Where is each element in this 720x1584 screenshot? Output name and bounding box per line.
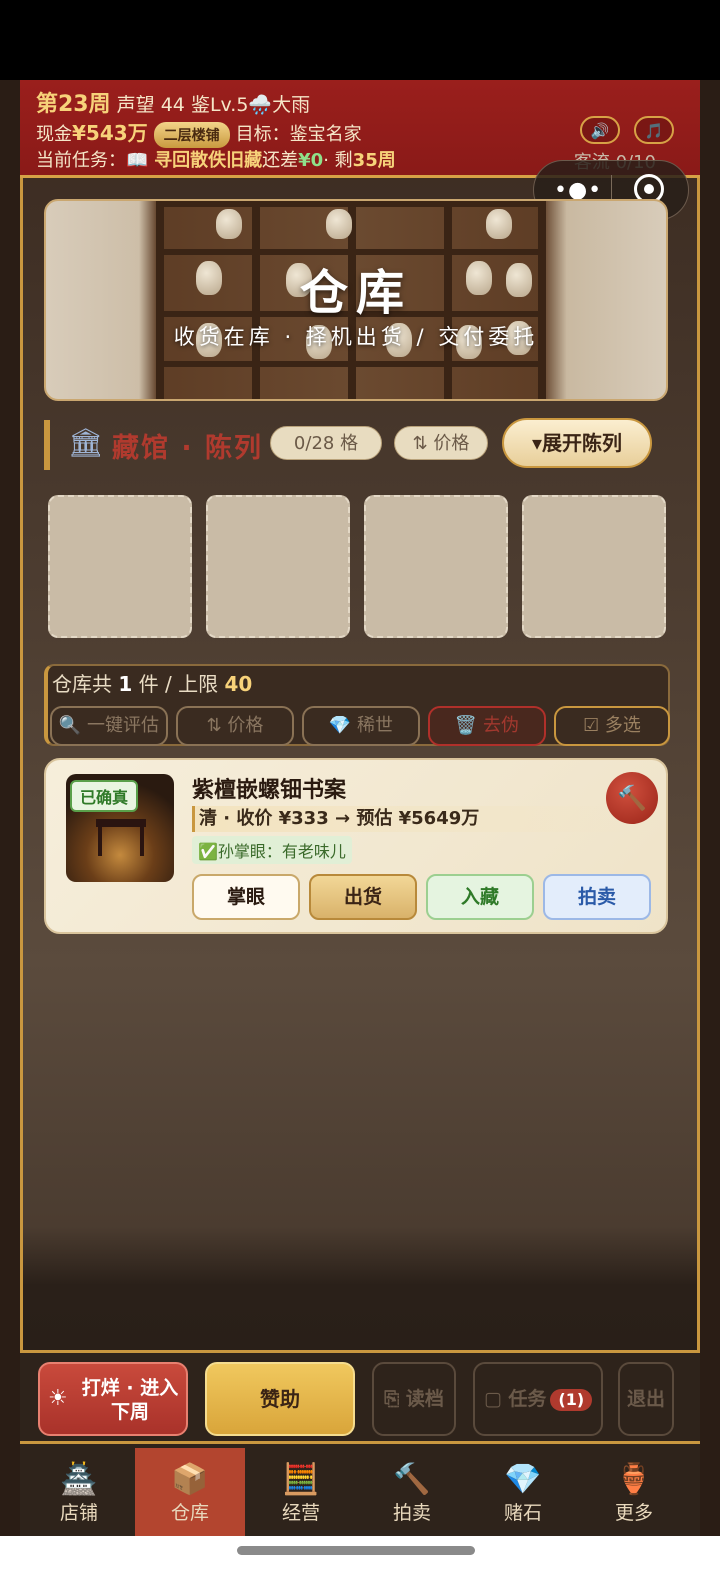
item-card[interactable]: 已确真 紫檀嵌螺钿书案 清 · 收价 ¥333 → 预估 ¥5649万 ✅孙掌眼… bbox=[44, 758, 668, 934]
exit-button[interactable]: 退出 bbox=[618, 1362, 674, 1436]
weather-label: 🌧️大雨 bbox=[248, 94, 311, 116]
rare-filter-button[interactable]: 💎 稀世 bbox=[302, 706, 420, 746]
speaker-icon: 🔊 bbox=[590, 122, 610, 140]
display-slot[interactable] bbox=[48, 495, 192, 638]
item-count: 1 bbox=[118, 672, 133, 696]
tasks-button[interactable]: ▢ 任务 (1) bbox=[473, 1362, 603, 1436]
music-note-icon: 🎵 bbox=[644, 122, 664, 140]
pavilion-icon: 🏯 bbox=[60, 1462, 98, 1497]
task-diff-label: 还差 bbox=[262, 150, 299, 171]
sponsor-button[interactable]: 赞助 bbox=[205, 1362, 355, 1436]
display-slot[interactable] bbox=[522, 495, 666, 638]
expand-display-button[interactable]: ▾展开陈列 bbox=[502, 418, 652, 468]
hammer-icon: 🔨 bbox=[617, 784, 647, 812]
cash-value: ¥543万 bbox=[72, 121, 148, 145]
load-save-button[interactable]: ⎘ 读档 bbox=[372, 1362, 456, 1436]
sun-icon: ☀ bbox=[48, 1386, 68, 1411]
museum-sort-button[interactable]: ⇅ 价格 bbox=[394, 426, 488, 460]
task-remain-label: · 剩 bbox=[323, 150, 353, 171]
tab-warehouse[interactable]: 📦 仓库 bbox=[135, 1448, 245, 1536]
header-cash-row: 现金¥543万 二层楼铺 目标：鉴宝名家 bbox=[36, 117, 362, 148]
museum-slots-chip: 0/28 格 bbox=[270, 426, 382, 460]
tasks-count-badge: (1) bbox=[550, 1389, 593, 1411]
status-bar bbox=[0, 0, 720, 80]
treasure-chest-icon: 📦 bbox=[171, 1462, 209, 1497]
sound-button[interactable]: 🔊 bbox=[580, 116, 620, 144]
task-remain-value: 35周 bbox=[352, 150, 396, 171]
appraise-level-label: 鉴Lv.5 bbox=[190, 94, 249, 116]
collect-button[interactable]: 入藏 bbox=[426, 874, 534, 920]
close-shop-next-week-button[interactable]: ☀ 打烊 · 进入下周 bbox=[38, 1362, 188, 1436]
auction-button[interactable]: 拍卖 bbox=[543, 874, 651, 920]
home-indicator[interactable] bbox=[237, 1546, 475, 1555]
tab-auction[interactable]: 🔨 拍卖 bbox=[357, 1448, 467, 1536]
book-icon: 📖 bbox=[126, 150, 149, 171]
multi-select-button[interactable]: ☑ 多选 bbox=[554, 706, 670, 746]
verified-badge: 已确真 bbox=[70, 780, 139, 812]
music-button[interactable]: 🎵 bbox=[634, 116, 674, 144]
museum-label: 藏馆 · 陈列 bbox=[112, 433, 264, 464]
system-bottom-area bbox=[0, 1536, 720, 1584]
task-name: 寻回散佚旧藏 bbox=[154, 150, 263, 171]
right-edge bbox=[700, 80, 720, 1550]
left-edge bbox=[0, 80, 20, 1550]
tab-jade-gamble[interactable]: 💎 赌石 bbox=[468, 1448, 578, 1536]
warehouse-count: 仓库共 1 件 / 上限 40 bbox=[52, 672, 253, 696]
sell-button[interactable]: 出货 bbox=[309, 874, 417, 920]
header-stats-row: 第23周 声望 44 鉴Lv.5🌧️大雨 bbox=[36, 86, 310, 118]
evaluate-all-button[interactable]: 🔍 一键评估 bbox=[50, 706, 168, 746]
banner-title: 仓库 bbox=[299, 265, 412, 321]
tab-shop[interactable]: 🏯 店铺 bbox=[24, 1448, 134, 1536]
tab-more[interactable]: 🏺 更多 bbox=[579, 1448, 689, 1536]
cash-label: 现金 bbox=[36, 124, 72, 145]
jade-stone-icon: 💎 bbox=[504, 1462, 542, 1497]
week-label: 第23周 bbox=[36, 92, 111, 117]
item-price-line: 清 · 收价 ¥333 → 预估 ¥5649万 bbox=[192, 806, 632, 832]
goal-label: 目标：鉴宝名家 bbox=[235, 124, 362, 145]
auction-hammer-button[interactable]: 🔨 bbox=[606, 772, 658, 824]
sort-price-button[interactable]: ⇅ 价格 bbox=[176, 706, 294, 746]
header-task-row[interactable]: 当前任务：📖 寻回散佚旧藏还差¥0· 剩35周 bbox=[36, 146, 396, 172]
task-diff-value: ¥0 bbox=[298, 150, 324, 171]
banner-subtitle: 收货在库 · 择机出货 / 交付委托 bbox=[173, 325, 539, 349]
gavel-icon: 🔨 bbox=[393, 1462, 431, 1497]
remove-fakes-button[interactable]: 🗑️ 去伪 bbox=[428, 706, 546, 746]
item-limit: 40 bbox=[224, 672, 253, 696]
warehouse-panel: 仓库共 1 件 / 上限 40 🔍 一键评估 ⇅ 价格 💎 稀世 🗑️ 去伪 ☑… bbox=[44, 664, 670, 746]
vase-icon: 🏺 bbox=[615, 1462, 653, 1497]
museum-icon: 🏛 bbox=[68, 426, 104, 459]
display-slot[interactable] bbox=[364, 495, 508, 638]
inspect-button[interactable]: 掌眼 bbox=[192, 874, 300, 920]
item-name: 紫檀嵌螺钿书案 bbox=[192, 778, 347, 803]
museum-section: 🏛 藏馆 · 陈列 0/28 格 ⇅ 价格 ▾展开陈列 bbox=[44, 418, 674, 470]
warehouse-banner: 仓库 收货在库 · 择机出货 / 交付委托 bbox=[44, 199, 668, 401]
tab-operations[interactable]: 🧮 经营 bbox=[246, 1448, 356, 1536]
abacus-icon: 🧮 bbox=[282, 1462, 320, 1497]
task-label: 当前任务： bbox=[36, 150, 126, 171]
appraiser-note: ✅孙掌眼：有老味儿 bbox=[192, 836, 352, 864]
display-slot[interactable] bbox=[206, 495, 350, 638]
floor-badge[interactable]: 二层楼铺 bbox=[153, 122, 230, 148]
reputation-label: 声望 44 bbox=[116, 94, 185, 116]
